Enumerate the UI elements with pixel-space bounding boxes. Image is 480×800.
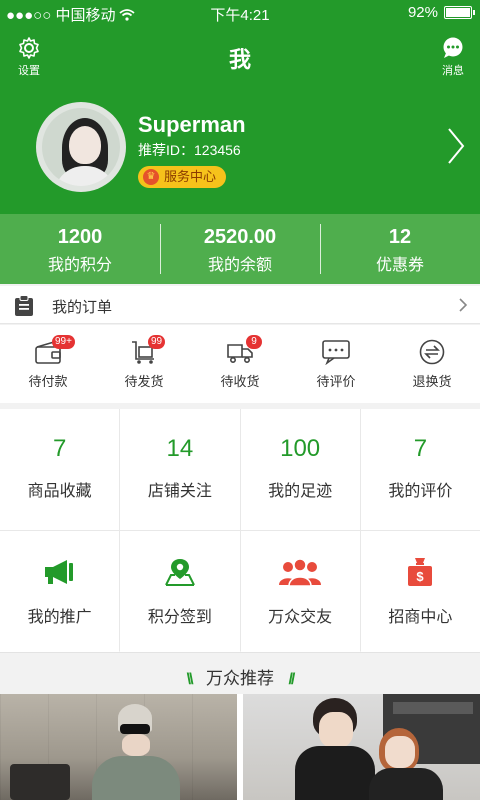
- money-bag-icon: $: [408, 558, 433, 586]
- stat-label: 我的积分: [47, 257, 112, 274]
- service-center-button[interactable]: ♛ 服务中心: [138, 166, 227, 188]
- product-card[interactable]: [0, 694, 237, 800]
- profile-header: ●●●○○ 中国移动 下午4:21 92% 设置 我 消息 Superman 推…: [0, 0, 480, 284]
- counter-value: 14: [166, 435, 194, 462]
- my-orders-title: 我的订单: [52, 299, 113, 316]
- battery-icon: [444, 6, 475, 19]
- counter-label: 店铺关注: [147, 483, 212, 500]
- comment-icon: [322, 340, 350, 365]
- messages-label: 消息: [442, 65, 464, 77]
- recommend-header: \\ 万众推荐 //: [0, 652, 480, 694]
- location-pin-icon: [164, 559, 195, 586]
- feature-checkin[interactable]: 积分签到: [120, 531, 240, 652]
- order-pending-receipt[interactable]: 9 待收货: [192, 325, 288, 403]
- counter-label: 我的评价: [388, 483, 453, 500]
- battery-info: 92%: [407, 4, 475, 21]
- status-bar: ●●●○○ 中国移动 下午4:21 92%: [0, 0, 480, 26]
- profile-card[interactable]: Superman 推荐ID：123456 ♛ 服务中心: [0, 100, 480, 196]
- feature-investment[interactable]: $ 招商中心: [360, 531, 480, 652]
- feature-friends[interactable]: 万众交友: [240, 531, 360, 652]
- order-badge: 99+: [52, 335, 75, 349]
- counter-label: 我的足迹: [268, 483, 333, 500]
- clipboard-icon: [15, 295, 33, 316]
- stat-label: 我的余额: [207, 257, 272, 274]
- messages-button[interactable]: 消息: [428, 36, 478, 78]
- recommend-title: 万众推荐: [206, 669, 274, 688]
- battery-percent: 92%: [407, 4, 438, 21]
- counter-value: 100: [280, 435, 321, 462]
- feature-label: 积分签到: [147, 609, 212, 626]
- megaphone-icon: [44, 560, 73, 584]
- decor-slash-icon: //: [288, 671, 295, 688]
- chevron-right-icon: [459, 298, 468, 312]
- stat-points[interactable]: 1200 我的积分: [0, 214, 160, 284]
- feature-label: 招商中心: [388, 609, 453, 626]
- feature-label: 万众交友: [268, 609, 333, 626]
- feature-promotion[interactable]: 我的推广: [0, 531, 120, 652]
- crown-icon: ♛: [143, 169, 159, 185]
- page-title: 我: [228, 47, 251, 72]
- decor-slash-icon: \\: [186, 671, 194, 688]
- stat-coupons[interactable]: 12 优惠券: [320, 214, 480, 284]
- product-list: [0, 694, 480, 800]
- username: Superman: [138, 112, 246, 137]
- footprints-counter[interactable]: 100 我的足迹: [240, 409, 360, 530]
- service-center-label: 服务中心: [164, 169, 217, 184]
- order-label: 待付款: [28, 374, 68, 389]
- order-pending-payment[interactable]: 99+ 待付款: [0, 325, 96, 403]
- order-pending-shipment[interactable]: 99 待发货: [96, 325, 192, 403]
- feature-label: 我的推广: [27, 609, 92, 626]
- followed-shops-counter[interactable]: 14 店铺关注: [120, 409, 240, 530]
- order-label: 待发货: [124, 374, 164, 389]
- my-orders-row[interactable]: 我的订单: [0, 286, 480, 324]
- favorites-counter[interactable]: 7 商品收藏: [0, 409, 120, 530]
- avatar[interactable]: [36, 102, 126, 192]
- chevron-right-icon[interactable]: [446, 126, 466, 166]
- message-icon: [443, 37, 463, 58]
- counter-value: 7: [413, 435, 428, 462]
- exchange-icon: [419, 339, 445, 365]
- stat-label: 优惠券: [375, 257, 424, 274]
- order-badge: 99: [148, 335, 166, 349]
- my-reviews-counter[interactable]: 7 我的评价: [360, 409, 480, 530]
- stat-balance[interactable]: 2520.00 我的余额: [160, 214, 320, 284]
- stats-bar: 1200 我的积分 2520.00 我的余额 12 优惠券: [0, 214, 480, 284]
- counter-label: 商品收藏: [27, 483, 92, 500]
- recommend-id: 推荐ID：123456: [138, 142, 241, 158]
- friends-icon: [279, 558, 322, 587]
- nav-bar: 设置 我 消息: [0, 30, 480, 80]
- shortcut-grid: 7 商品收藏 14 店铺关注 100 我的足迹 7 我的评价 我的推广 积分签到: [0, 409, 480, 652]
- counter-value: 7: [52, 435, 67, 462]
- stat-value: 2520.00: [203, 226, 277, 248]
- order-returns[interactable]: 退换货: [384, 325, 480, 403]
- stat-value: 12: [388, 226, 412, 248]
- order-pending-review[interactable]: 待评价: [288, 325, 384, 403]
- order-label: 待收货: [220, 374, 260, 389]
- order-label: 退换货: [412, 374, 452, 389]
- svg-text:$: $: [417, 569, 425, 584]
- order-status-row: 99+ 待付款 99 待发货 9 待收货 待评价 退换货: [0, 325, 480, 403]
- order-label: 待评价: [316, 374, 356, 389]
- product-card[interactable]: [243, 694, 480, 800]
- order-badge: 9: [246, 335, 262, 349]
- stat-value: 1200: [57, 226, 103, 248]
